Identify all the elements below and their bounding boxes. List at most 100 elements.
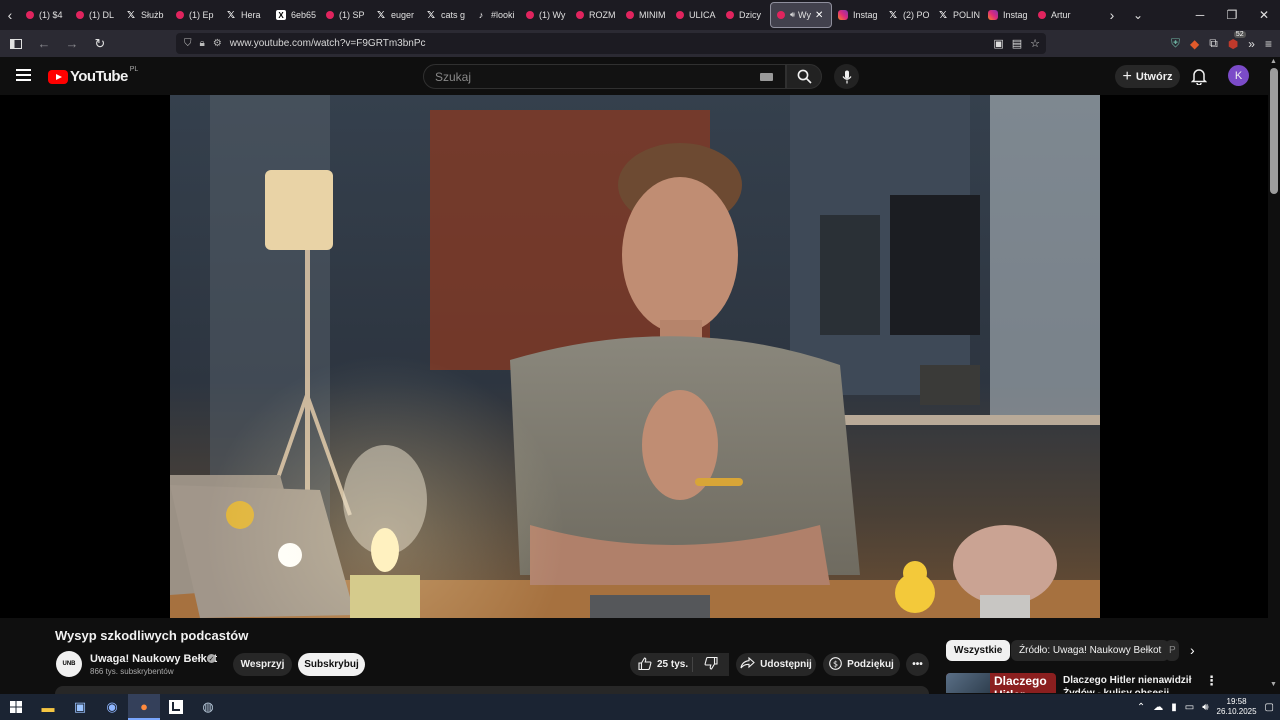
scroll-down-icon[interactable]: ▼ bbox=[1270, 681, 1277, 688]
close-window-icon[interactable]: ✕ bbox=[1248, 0, 1280, 30]
yt-favicon-icon bbox=[576, 11, 584, 19]
restore-icon[interactable]: ❐ bbox=[1216, 0, 1248, 30]
permissions-icon[interactable]: ⚙ bbox=[213, 38, 222, 49]
minimize-icon[interactable]: ─ bbox=[1184, 0, 1216, 30]
chip-all[interactable]: Wszystkie bbox=[946, 640, 1011, 661]
browser-tab[interactable]: ULICA bbox=[670, 0, 720, 30]
browser-tab[interactable]: 𝕏 Hera bbox=[220, 0, 270, 30]
account-avatar[interactable]: K bbox=[1228, 65, 1249, 86]
network-icon[interactable]: ▭ bbox=[1185, 702, 1194, 713]
overflow-chevron-icon[interactable]: » bbox=[1248, 37, 1255, 51]
subscribe-button[interactable]: Subskrybuj bbox=[298, 653, 365, 676]
tab-label: Dzicy bbox=[739, 10, 761, 20]
menu-icon[interactable] bbox=[16, 69, 31, 81]
reader-view-icon[interactable]: ▤ bbox=[1012, 37, 1022, 50]
recommended-thumbnail[interactable]: Dlaczego Hitler bbox=[946, 673, 1056, 693]
support-button[interactable]: Wesprzyj bbox=[233, 653, 292, 676]
tab-label: #looki bbox=[491, 10, 515, 20]
sidebar-toggle-icon[interactable] bbox=[4, 30, 28, 57]
yt-favicon-icon bbox=[777, 11, 785, 19]
firefox-taskbar-icon[interactable]: ● bbox=[128, 694, 160, 720]
super-thanks-icon: $ bbox=[829, 656, 843, 673]
chips-next-icon[interactable]: › bbox=[1190, 642, 1195, 658]
volume-icon[interactable]: 🔊︎ bbox=[1202, 702, 1208, 713]
browser-tab[interactable]: 𝕏cats g bbox=[420, 0, 470, 30]
share-button[interactable]: Udostępnij bbox=[736, 653, 816, 676]
browser-tab[interactable]: MINIM bbox=[620, 0, 670, 30]
onedrive-icon[interactable]: ☁ bbox=[1153, 702, 1163, 713]
bookmark-star-icon[interactable]: ☆ bbox=[1030, 37, 1040, 50]
create-button[interactable]: + Utwórz bbox=[1115, 65, 1180, 88]
shield-extension-icon[interactable]: ⛨ bbox=[1171, 36, 1180, 51]
clock[interactable]: 19:58 26.10.2025 bbox=[1217, 697, 1257, 717]
tab-list-dropdown-icon[interactable]: ⌄ bbox=[1122, 0, 1154, 30]
browser-tab[interactable]: 𝕏 (2) PO bbox=[882, 0, 932, 30]
app-menu-icon[interactable]: ≡ bbox=[1265, 37, 1272, 51]
recommended-video-title[interactable]: Dlaczego Hitler nienawidził Żydów - kuli… bbox=[1063, 674, 1193, 693]
search-input[interactable]: Szukaj bbox=[423, 64, 786, 89]
file-explorer-icon[interactable]: ▬ bbox=[32, 694, 64, 720]
network-app-icon[interactable]: ◍ bbox=[192, 694, 224, 720]
browser-tab[interactable]: 𝕏 POLIN bbox=[932, 0, 982, 30]
description-box[interactable] bbox=[55, 686, 929, 694]
keyboard-icon[interactable] bbox=[760, 73, 773, 81]
dislike-button[interactable] bbox=[692, 653, 729, 676]
more-actions-button[interactable]: ••• bbox=[906, 653, 929, 676]
tabs-scroll-right-icon[interactable]: › bbox=[1102, 0, 1122, 30]
lock-icon[interactable]: 🔒︎ bbox=[200, 38, 205, 49]
tracking-shield-icon[interactable]: ⛉ bbox=[184, 38, 192, 49]
tt-favicon-icon: ♪ bbox=[478, 10, 484, 20]
speaker-playing-icon[interactable]: 🔊︎ bbox=[790, 10, 795, 20]
browser-tab[interactable]: ♪ #looki bbox=[470, 0, 520, 30]
voice-search-button[interactable] bbox=[834, 64, 859, 89]
thanks-button[interactable]: $ Podziękuj bbox=[823, 653, 900, 676]
windows-start-icon[interactable] bbox=[0, 694, 32, 720]
notifications-bell-icon[interactable] bbox=[1190, 67, 1208, 86]
browser-tab[interactable]: (1) SP bbox=[320, 0, 370, 30]
notifications-icon[interactable]: ▢ bbox=[1265, 702, 1274, 713]
browser-tab[interactable]: (1) Ep bbox=[170, 0, 220, 30]
channel-avatar[interactable]: UNB bbox=[56, 651, 82, 677]
back-icon[interactable]: ← bbox=[32, 30, 56, 57]
tabs-scroll-left-icon[interactable]: ‹ bbox=[0, 0, 20, 30]
steam-icon[interactable]: ◉ bbox=[96, 694, 128, 720]
browser-tab[interactable]: Artur bbox=[1032, 0, 1082, 30]
fox-extension-icon[interactable]: ◆ bbox=[1190, 37, 1199, 51]
tab-close-icon[interactable]: ✕ bbox=[815, 10, 823, 21]
browser-tab[interactable]: Instag bbox=[832, 0, 882, 30]
youtube-logo[interactable]: YouTube PL bbox=[48, 66, 138, 85]
forward-icon[interactable]: → bbox=[60, 30, 84, 57]
microphone-tray-icon[interactable]: ▮ bbox=[1171, 702, 1177, 713]
browser-tab[interactable]: (1) DL bbox=[70, 0, 120, 30]
video-player[interactable] bbox=[170, 95, 1100, 618]
scroll-up-icon[interactable]: ▲ bbox=[1270, 58, 1277, 65]
create-label: Utwórz bbox=[1135, 70, 1173, 83]
channel-name[interactable]: Uwaga! Naukowy Bełkot bbox=[90, 653, 217, 665]
browser-tab[interactable]: Instag bbox=[982, 0, 1032, 30]
browser-tab[interactable]: X 6eb65 bbox=[270, 0, 320, 30]
chip-from-channel[interactable]: Źródło: Uwaga! Naukowy Bełkot bbox=[1011, 640, 1170, 661]
system-app-icon[interactable]: ▣ bbox=[64, 694, 96, 720]
url-text[interactable]: www.youtube.com/watch?v=F9GRTm3bnPc bbox=[230, 38, 426, 49]
picture-in-picture-icon[interactable]: ▣ bbox=[993, 37, 1003, 50]
search-button[interactable] bbox=[786, 64, 822, 89]
chip-partial[interactable]: P bbox=[1165, 640, 1179, 661]
browser-tab[interactable]: 𝕏euger bbox=[370, 0, 420, 30]
yt-favicon-icon bbox=[626, 11, 634, 19]
x-favicon-icon: 𝕏 bbox=[376, 9, 386, 21]
extensions-icon[interactable]: ⧉ bbox=[1209, 36, 1218, 51]
browser-tab[interactable]: ROZM bbox=[570, 0, 620, 30]
reload-icon[interactable]: ↻ bbox=[88, 30, 112, 57]
browser-tab[interactable]: 𝕏 Służb bbox=[120, 0, 170, 30]
scrollbar-thumb[interactable] bbox=[1270, 68, 1278, 194]
browser-tab[interactable]: (1) $4 bbox=[20, 0, 70, 30]
browser-tab[interactable]: Dzicy bbox=[720, 0, 770, 30]
browser-tab[interactable]: 🔊︎ Wy ✕ bbox=[770, 2, 832, 28]
browser-tab[interactable]: (1) Wy bbox=[520, 0, 570, 30]
ublock-extension-icon[interactable]: ⬢ 52 bbox=[1228, 30, 1246, 51]
tray-overflow-icon[interactable]: ⌃ bbox=[1137, 702, 1145, 713]
recommendation-menu-icon[interactable]: ⋮ bbox=[1205, 673, 1218, 689]
url-bar[interactable]: ⛉ 🔒︎ ⚙ www.youtube.com/watch?v=F9GRTm3bn… bbox=[176, 33, 1046, 54]
app-l-icon[interactable] bbox=[160, 694, 192, 720]
tab-label: (1) DL bbox=[89, 10, 115, 20]
